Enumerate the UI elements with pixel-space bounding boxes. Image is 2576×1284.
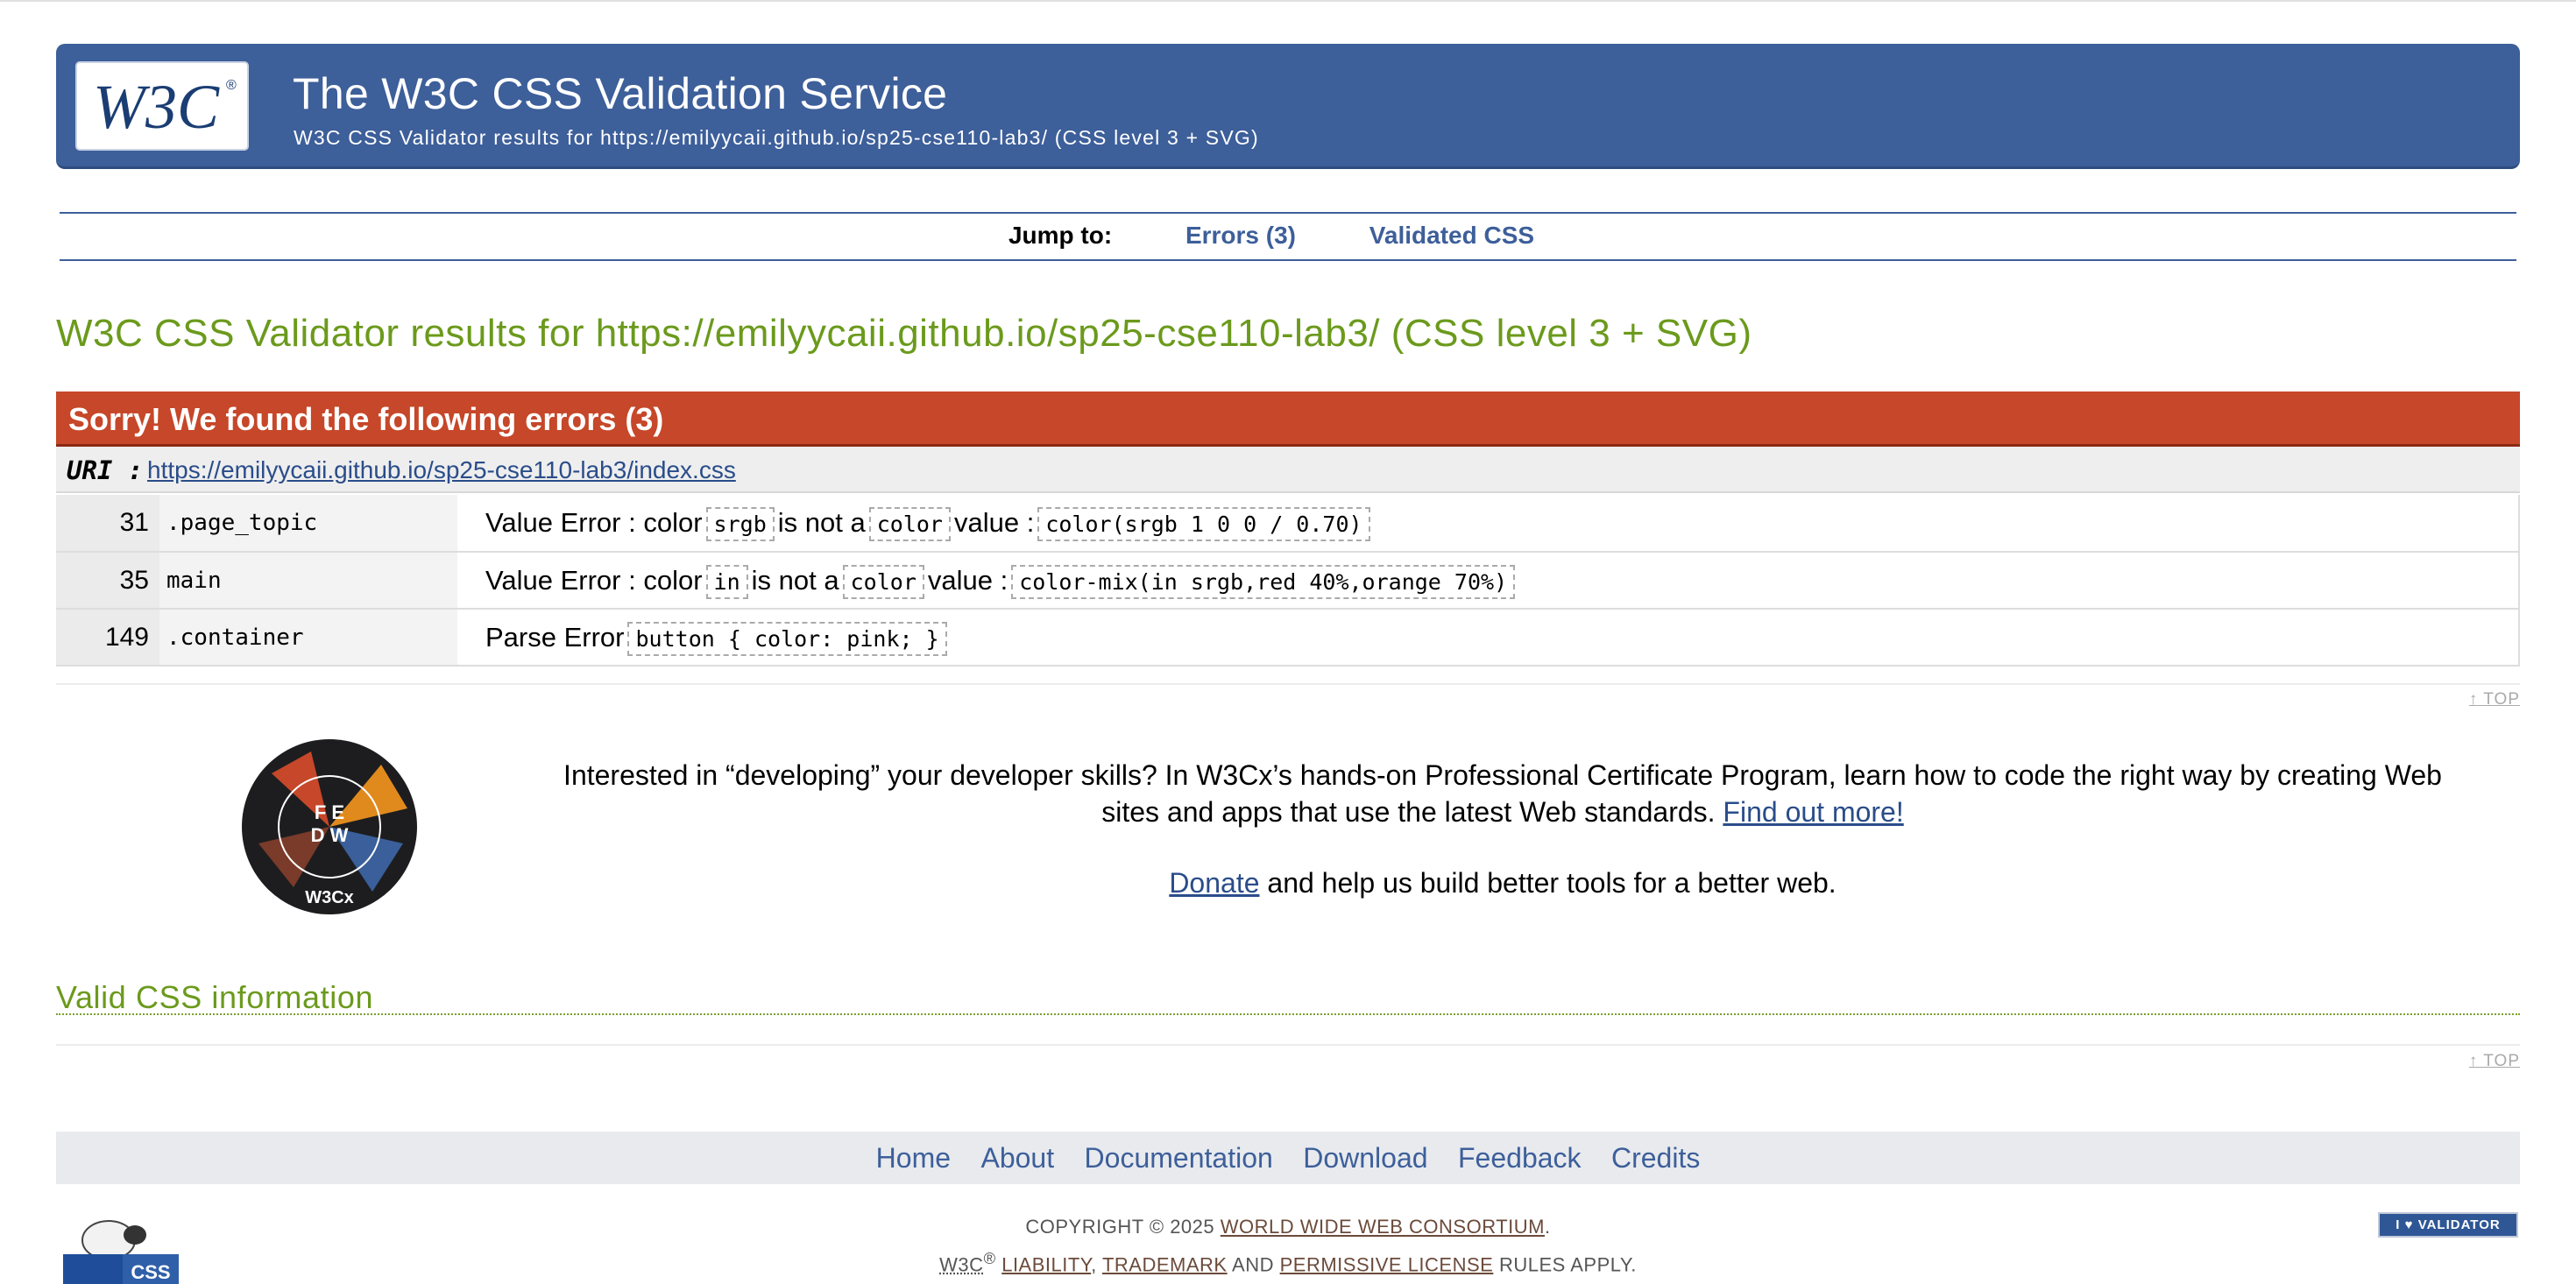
error-message: Value Error : color srgb is not a color valu… [457, 495, 2520, 552]
jump-validated-css-link[interactable]: Validated CSS [1369, 222, 1534, 249]
errors-header: Sorry! We found the following errors (3) [56, 392, 2520, 447]
badge-label: W3Cx [305, 888, 354, 907]
footer-link-download[interactable]: Download [1303, 1142, 1427, 1174]
w3cx-badge-icon[interactable]: F E D W W3Cx [241, 738, 418, 915]
footer-link-documentation[interactable]: Documentation [1085, 1142, 1273, 1174]
divider [56, 683, 2520, 685]
footer-link-credits[interactable]: Credits [1611, 1142, 1700, 1174]
validator-badge[interactable]: I ♥ VALIDATOR [2378, 1212, 2518, 1238]
page-title: The W3C CSS Validation Service [293, 69, 948, 118]
error-line-number: 31 [56, 495, 159, 552]
license-link[interactable]: PERMISSIVE LICENSE [1280, 1253, 1494, 1275]
errors-table: 31 .page_topic Value Error : color srgb is… [56, 495, 2520, 667]
error-context: .page_topic [159, 495, 457, 552]
jump-errors-link[interactable]: Errors (3) [1185, 222, 1296, 249]
svg-text:F E: F E [315, 801, 344, 823]
find-out-more-link[interactable]: Find out more! [1723, 796, 1903, 828]
trademark-link[interactable]: TRADEMARK [1102, 1253, 1228, 1275]
error-line-number: 35 [56, 552, 159, 609]
w3c-logo[interactable]: W3C ® [75, 61, 249, 151]
back-to-top-link[interactable]: ↑ TOP [2469, 1052, 2520, 1071]
donate-line: Donate and help us build better tools fo… [1169, 867, 1836, 899]
uri-row: URI : https://emilyycaii.github.io/sp25-… [56, 447, 2520, 493]
error-code: color(srgb 1 0 0 / 0.70) [1037, 507, 1370, 541]
footer-link-feedback[interactable]: Feedback [1458, 1142, 1582, 1174]
uri-link[interactable]: https://emilyycaii.github.io/sp25-cse110… [147, 456, 736, 484]
copyright: COPYRIGHT © 2025 WORLD WIDE WEB CONSORTI… [939, 1216, 1637, 1276]
page-subtitle: W3C CSS Validator results for https://em… [294, 126, 1259, 149]
error-code: in [705, 564, 748, 599]
error-context: .container [159, 609, 457, 666]
footer-nav: Home About Documentation Download Feedba… [56, 1132, 2520, 1184]
jump-to-bar: Jump to: Errors (3) Validated CSS [60, 212, 2516, 261]
divider [56, 1044, 2520, 1046]
table-row: 149 .container Parse Error button { color… [56, 609, 2520, 666]
sheep-label: CSS [131, 1261, 170, 1283]
w3c-abbr: W3C [939, 1253, 984, 1276]
jump-to-label: Jump to: [1008, 222, 1113, 249]
liability-link[interactable]: LIABILITY [1001, 1253, 1091, 1275]
footer-link-home[interactable]: Home [876, 1142, 951, 1174]
promo-text: Interested in “developing” your develope… [563, 759, 2442, 828]
error-code: color [868, 507, 951, 541]
consortium-link[interactable]: WORLD WIDE WEB CONSORTIUM [1221, 1216, 1545, 1238]
table-row: 35 main Value Error : color in is not a col… [56, 552, 2520, 609]
svg-text:D W: D W [311, 824, 349, 846]
error-code: color [842, 564, 924, 599]
header-banner: W3C ® The W3C CSS Validation Service W3C… [56, 44, 2520, 169]
w3c-logo-text: W3C [93, 72, 220, 142]
back-to-top-link[interactable]: ↑ TOP [2469, 690, 2520, 709]
svg-text:®: ® [226, 78, 237, 93]
error-code: button { color: pink; } [627, 621, 947, 656]
error-context: main [159, 552, 457, 609]
uri-label: URI : [67, 455, 144, 485]
error-code: srgb [705, 507, 775, 541]
results-heading: W3C CSS Validator results for https://em… [56, 312, 1752, 355]
error-code: color-mix(in srgb,red 40%,orange 70%) [1011, 564, 1516, 599]
divider [56, 1013, 2520, 1015]
donate-link[interactable]: Donate [1169, 867, 1259, 899]
footer-link-about[interactable]: About [980, 1142, 1054, 1174]
errors-heading: Sorry! We found the following errors (3) [68, 401, 664, 437]
error-message: Value Error : color in is not a color value … [457, 552, 2520, 609]
error-message: Parse Error button { color: pink; } [457, 609, 2520, 666]
error-line-number: 149 [56, 609, 159, 666]
valid-css-heading: Valid CSS information [56, 979, 374, 1015]
css-sheep-icon[interactable]: CSS [60, 1209, 179, 1284]
table-row: 31 .page_topic Value Error : color srgb is… [56, 495, 2520, 552]
top-border [0, 0, 2576, 2]
